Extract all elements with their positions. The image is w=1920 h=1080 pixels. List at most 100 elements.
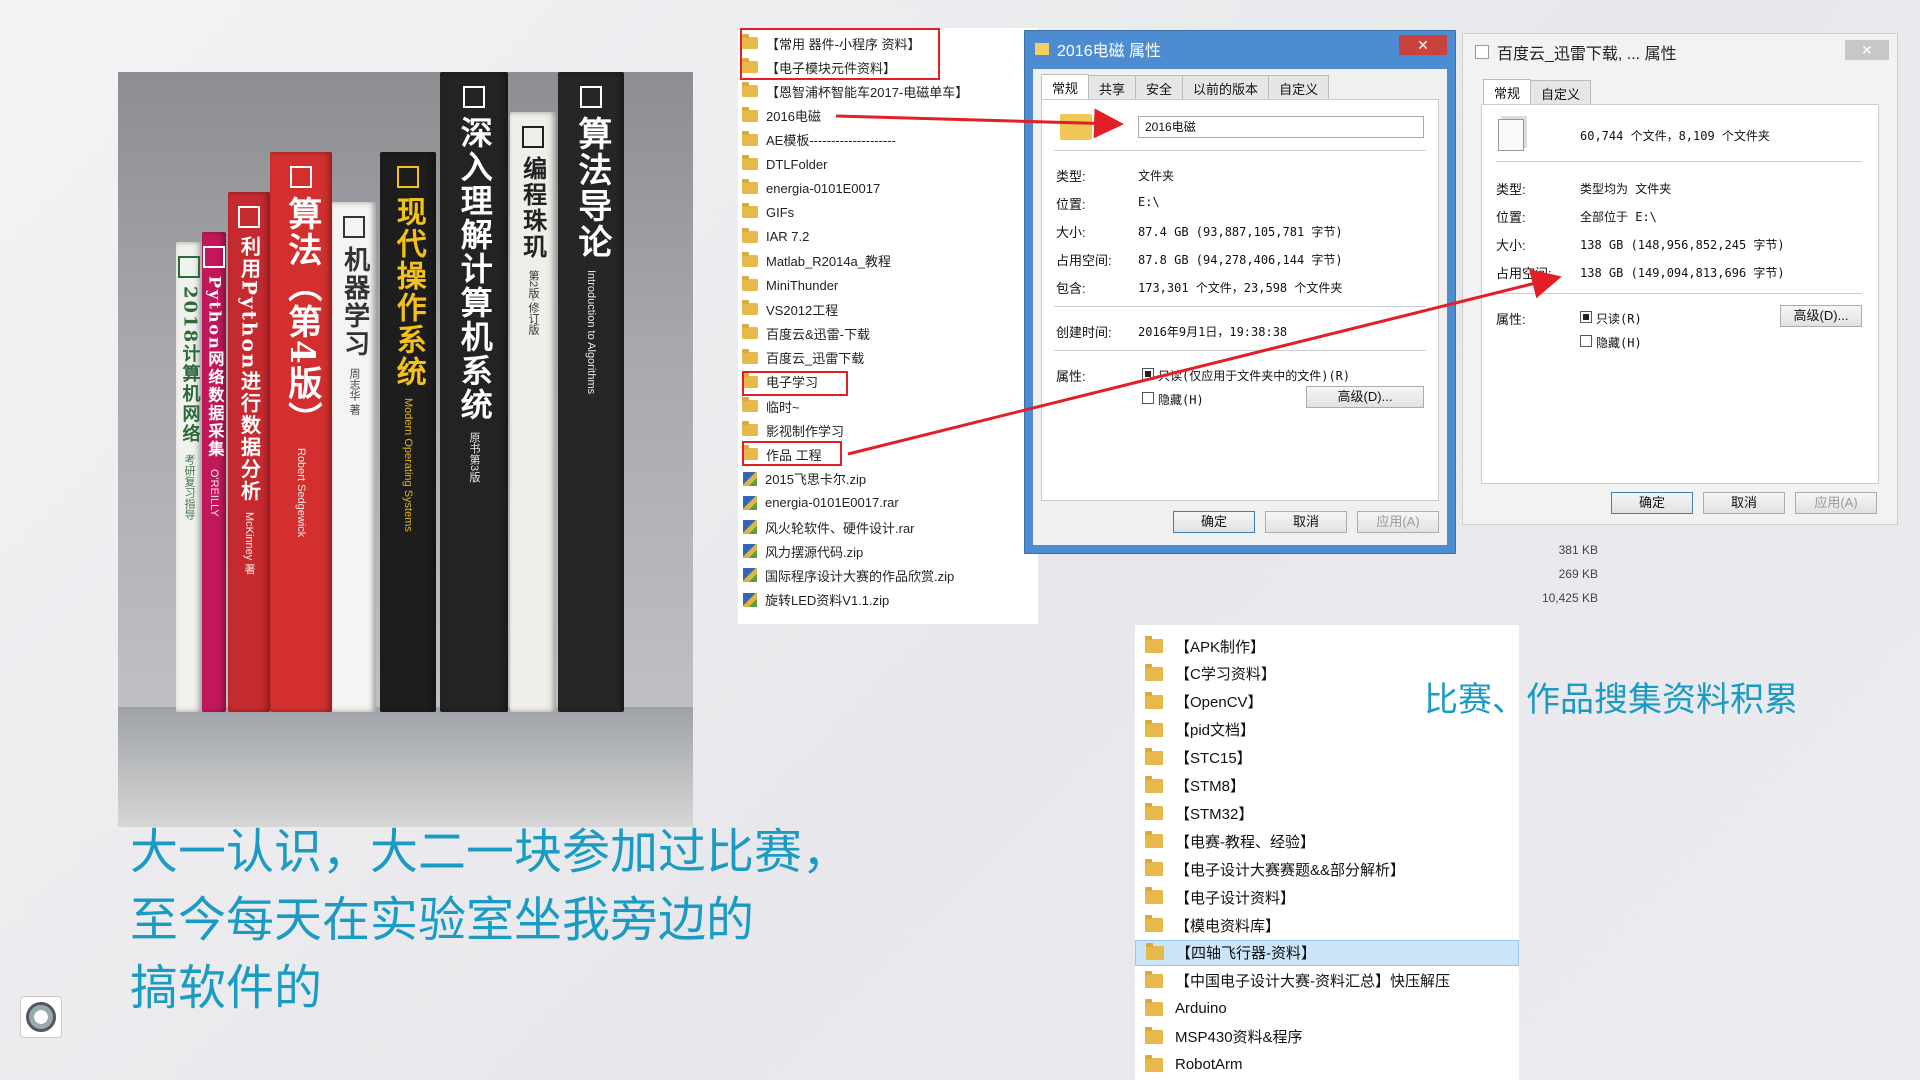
list-item-label: 【OpenCV】 — [1175, 694, 1263, 712]
folder-icon — [742, 276, 758, 291]
d2-label-attributes: 属性: — [1496, 312, 1526, 327]
book-spine: 2018计算机网络考研复习指导 — [176, 242, 202, 712]
folder-icon — [1145, 970, 1163, 988]
value-location: E:\ — [1138, 195, 1160, 209]
book-title: 算法（第4版） — [281, 196, 322, 438]
d2-advanced-button[interactable]: 高级(D)... — [1780, 305, 1862, 327]
archive-icon — [743, 471, 757, 486]
list-item[interactable]: Matlab_R2014a_教程 — [738, 250, 891, 272]
hidden-checkbox[interactable] — [1142, 392, 1154, 404]
apply-button[interactable]: 应用(A) — [1357, 511, 1439, 533]
list-item[interactable]: 风力摆源代码.zip — [738, 540, 863, 562]
list-item[interactable]: MiniThunder — [738, 274, 838, 296]
book-subtitle: Modern Operating Systems — [402, 398, 414, 532]
label-created: 创建时间: — [1056, 325, 1112, 340]
list-item[interactable]: 临时~ — [738, 395, 800, 417]
list-item[interactable]: 旋转LED资料V1.1.zip — [738, 589, 889, 611]
d2-cancel-button[interactable]: 取消 — [1703, 492, 1785, 514]
list-item[interactable]: 【电赛-教程、经验】 — [1135, 828, 1519, 854]
book-title: 2018计算机网络 — [179, 286, 201, 445]
book-spine: 算法（第4版） Robert Sedgewick — [270, 152, 332, 712]
folders-icon — [1475, 45, 1489, 59]
list-item[interactable]: 【STM8】 — [1135, 773, 1519, 799]
list-item-label: 【中国电子设计大赛-资料汇总】快压解压 — [1175, 973, 1450, 991]
list-item-label: 风力摆源代码.zip — [765, 544, 864, 560]
list-item[interactable]: 百度云&迅雷-下载 — [738, 322, 870, 344]
behind-size-2: 269 KB — [1558, 567, 1598, 581]
book-title: Python网络数据采集 — [205, 276, 225, 459]
archive-icon — [743, 544, 757, 559]
d2-readonly-checkbox[interactable] — [1580, 311, 1592, 323]
list-item[interactable]: 【STC15】 — [1135, 745, 1519, 771]
dialog1-close-button[interactable]: ✕ — [1399, 35, 1447, 55]
dialog2-close-button[interactable]: ✕ — [1845, 40, 1889, 60]
caption-line-3: 搞软件的 — [130, 960, 323, 1016]
list-item-label: MSP430资料&程序 — [1175, 1029, 1303, 1047]
list-item-label: Arduino — [1175, 1000, 1227, 1018]
list-item[interactable]: 风火轮软件、硬件设计.rar — [738, 516, 915, 538]
d2-hidden-checkbox[interactable] — [1580, 335, 1592, 347]
list-item[interactable]: DTLFolder — [738, 153, 827, 175]
list-item[interactable]: 影视制作学习 — [738, 419, 844, 441]
list-item-label: 【电子设计资料】 — [1175, 889, 1296, 907]
book-subtitle: 原书第3版 — [468, 432, 480, 483]
list-item[interactable]: IAR 7.2 — [738, 226, 809, 248]
list-item[interactable]: 【四轴飞行器-资料】 — [1135, 939, 1519, 966]
readonly-label: 只读(仅应用于文件夹中的文件)(R) — [1158, 369, 1351, 383]
book-subtitle: O'REILLY — [208, 468, 220, 517]
list-item[interactable]: 百度云_迅雷下载 — [738, 347, 864, 369]
readonly-checkbox[interactable] — [1142, 368, 1154, 380]
list-item[interactable]: energia-0101E0017.rar — [738, 492, 899, 514]
tab-general[interactable]: 常规 — [1483, 79, 1532, 107]
d2-value-size: 138 GB (148,956,852,245 字节) — [1580, 238, 1785, 252]
list-item[interactable]: GIFs — [738, 201, 794, 223]
ok-button[interactable]: 确定 — [1173, 511, 1255, 533]
value-size: 87.4 GB (93,887,105,781 字节) — [1138, 225, 1343, 239]
list-item[interactable]: 【中国电子设计大赛-资料汇总】快压解压 — [1135, 968, 1519, 994]
list-item[interactable]: energia-0101E0017 — [738, 177, 880, 199]
list-item[interactable]: 2016电磁 — [738, 105, 821, 127]
folder-icon — [1145, 747, 1163, 765]
list-item[interactable]: AE模板-------------------- — [738, 129, 896, 151]
folder-name-input[interactable]: 2016电磁 — [1138, 116, 1424, 138]
list-item[interactable]: 【电子设计资料】 — [1135, 884, 1519, 910]
book-subtitle: 第2版·修订版 — [527, 270, 539, 335]
list-item[interactable]: Arduino — [1135, 996, 1519, 1022]
book-spine: Python网络数据采集 O'REILLY — [202, 232, 226, 712]
book-subtitle: 考研复习指导 — [183, 454, 195, 521]
list-item-label: AE模板-------------------- — [766, 133, 896, 149]
list-item-label: 【STM8】 — [1175, 778, 1246, 795]
book-spine: 深入理解计算机系统 原书第3版 — [440, 72, 508, 712]
book-title: 现代操作系统 — [390, 196, 426, 388]
list-item[interactable]: VS2012工程 — [738, 298, 838, 320]
d2-ok-button[interactable]: 确定 — [1611, 492, 1693, 514]
folder-icon — [742, 348, 758, 364]
list-item[interactable]: 【电子设计大赛赛题&&部分解析】 — [1135, 856, 1519, 882]
advanced-button[interactable]: 高级(D)... — [1306, 386, 1424, 408]
caption-line-1: 大一认识，大二一块参加过比赛， — [130, 824, 851, 880]
list-item[interactable]: 【模电资料库】 — [1135, 912, 1519, 938]
folder-icon — [1035, 43, 1049, 55]
side-caption: 比赛、作品搜集资料积累 — [1424, 680, 1798, 720]
list-item[interactable]: 【恩智浦杯智能车2017-电磁单车】 — [738, 80, 968, 102]
highlight-box-top — [740, 28, 940, 80]
d2-apply-button[interactable]: 应用(A) — [1795, 492, 1877, 514]
label-contains: 包含: — [1056, 281, 1086, 296]
cancel-button[interactable]: 取消 — [1265, 511, 1347, 533]
list-item[interactable]: 2015飞思卡尔.zip — [738, 468, 866, 490]
publisher-logo-icon — [178, 256, 200, 278]
list-item-label: 国际程序设计大赛的作品欣赏.zip — [765, 568, 955, 584]
caption-line-2: 至今每天在实验室坐我旁边的 — [130, 892, 755, 948]
dialog2-title: 百度云_迅雷下载, ... 属性 — [1497, 46, 1677, 63]
tab-general[interactable]: 常规 — [1041, 74, 1090, 102]
bookshelf-photo: 2018计算机网络 考研复习指导 Python网络数据采集 O'REILLY 利用Pyt… — [118, 72, 693, 827]
book-title: 编程珠玑 — [518, 156, 548, 260]
list-item[interactable]: MSP430资料&程序 — [1135, 1024, 1519, 1050]
list-item[interactable]: 【APK制作】 — [1135, 633, 1519, 659]
list-item-label: 【恩智浦杯智能车2017-电磁单车】 — [766, 84, 969, 100]
folder-icon — [742, 421, 758, 437]
list-item[interactable]: 国际程序设计大赛的作品欣赏.zip — [738, 564, 954, 586]
list-item[interactable]: 【STM32】 — [1135, 800, 1519, 826]
list-item-label: energia-0101E0017 — [766, 180, 881, 196]
list-item[interactable]: RobotArm — [1135, 1052, 1519, 1078]
